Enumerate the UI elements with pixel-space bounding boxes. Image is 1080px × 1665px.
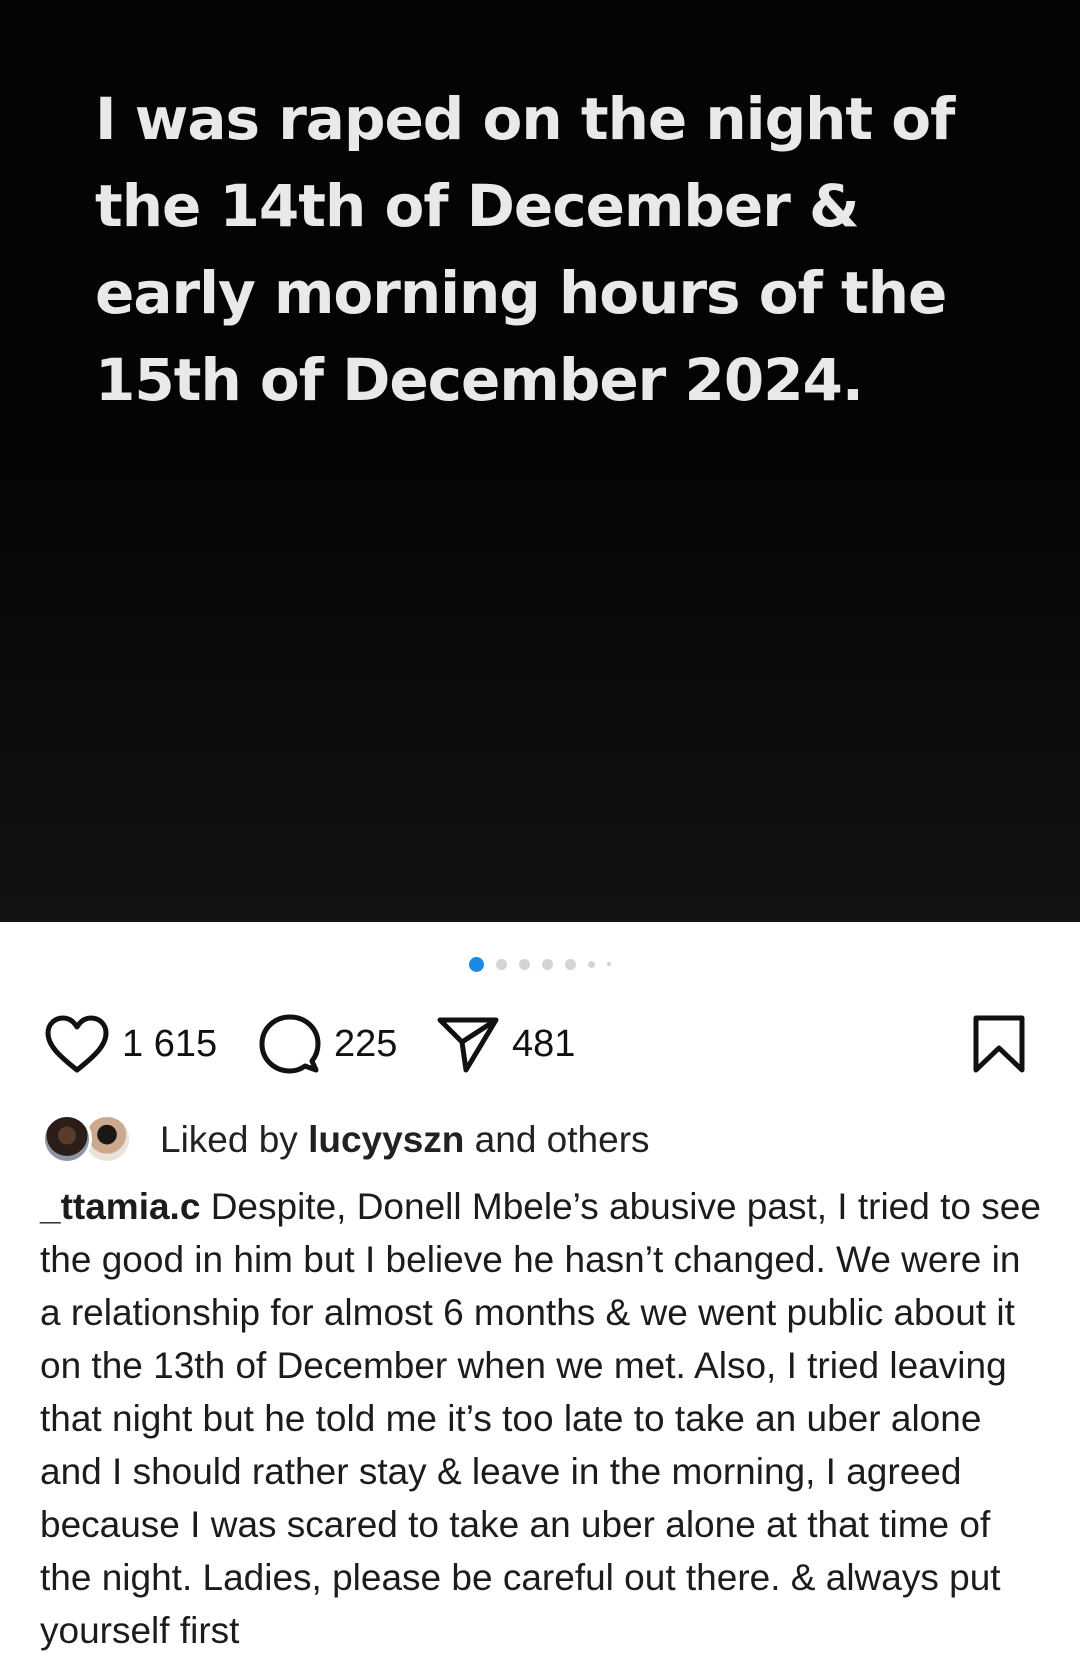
heart-icon[interactable] — [44, 1014, 110, 1074]
share-button[interactable]: 481 — [436, 1012, 575, 1076]
liked-by-prefix: Liked by — [160, 1119, 298, 1160]
liked-by-username[interactable]: lucyyszn — [308, 1119, 464, 1160]
bookmark-icon[interactable] — [972, 1014, 1026, 1074]
carousel-dot — [519, 958, 530, 970]
like-count: 1 615 — [122, 1022, 218, 1065]
save-button[interactable] — [972, 1012, 1026, 1076]
liked-by-text: Liked by lucyyszn and others — [160, 1119, 650, 1161]
carousel-indicator — [0, 956, 1080, 972]
like-button[interactable]: 1 615 — [44, 1012, 217, 1076]
carousel-dot — [542, 958, 553, 970]
caption-text: Despite, Donell Mbele’s abusive past, I … — [40, 1186, 1041, 1651]
caption-username[interactable]: _ttamia.c — [40, 1186, 200, 1227]
liked-by-avatars[interactable] — [42, 1112, 138, 1168]
carousel-dot — [565, 958, 576, 970]
liked-by-row[interactable]: Liked by lucyyszn and others — [42, 1112, 650, 1168]
carousel-dot-active — [469, 956, 484, 972]
carousel-dot — [496, 958, 507, 970]
avatar — [42, 1114, 92, 1164]
post-caption: _ttamia.c Despite, Donell Mbele’s abusiv… — [40, 1180, 1045, 1657]
share-icon[interactable] — [436, 1014, 500, 1074]
liked-by-suffix[interactable]: and others — [475, 1119, 650, 1160]
comment-button[interactable]: 225 — [258, 1012, 397, 1076]
post-media-text: I was raped on the night of the 14th of … — [95, 85, 955, 414]
share-count: 481 — [512, 1022, 576, 1065]
carousel-dot — [588, 960, 595, 968]
comment-count: 225 — [334, 1022, 398, 1065]
post-action-bar: 1 615 225 481 — [0, 1012, 1080, 1076]
carousel-dot — [607, 962, 611, 966]
comment-icon[interactable] — [258, 1013, 322, 1075]
post-media[interactable]: I was raped on the night of the 14th of … — [0, 0, 1080, 922]
